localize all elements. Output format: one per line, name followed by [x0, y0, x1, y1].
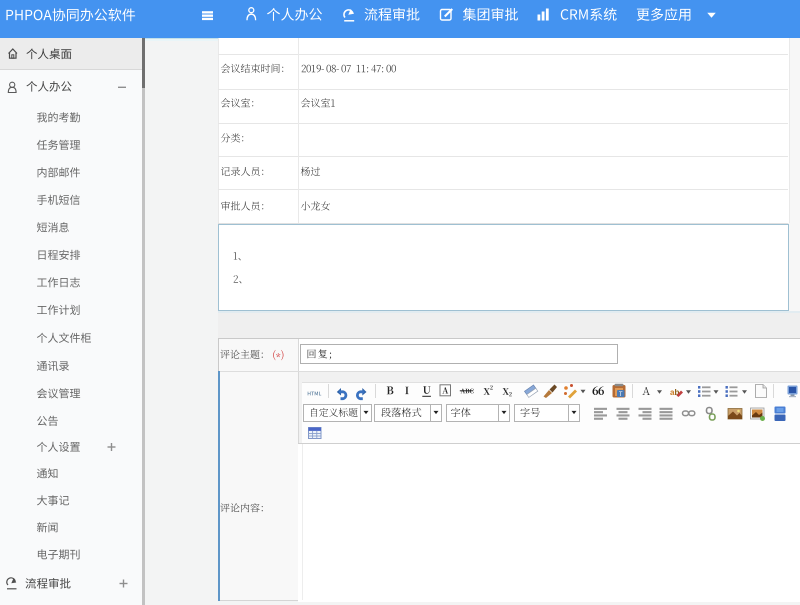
svg-text:T: T: [619, 392, 623, 398]
